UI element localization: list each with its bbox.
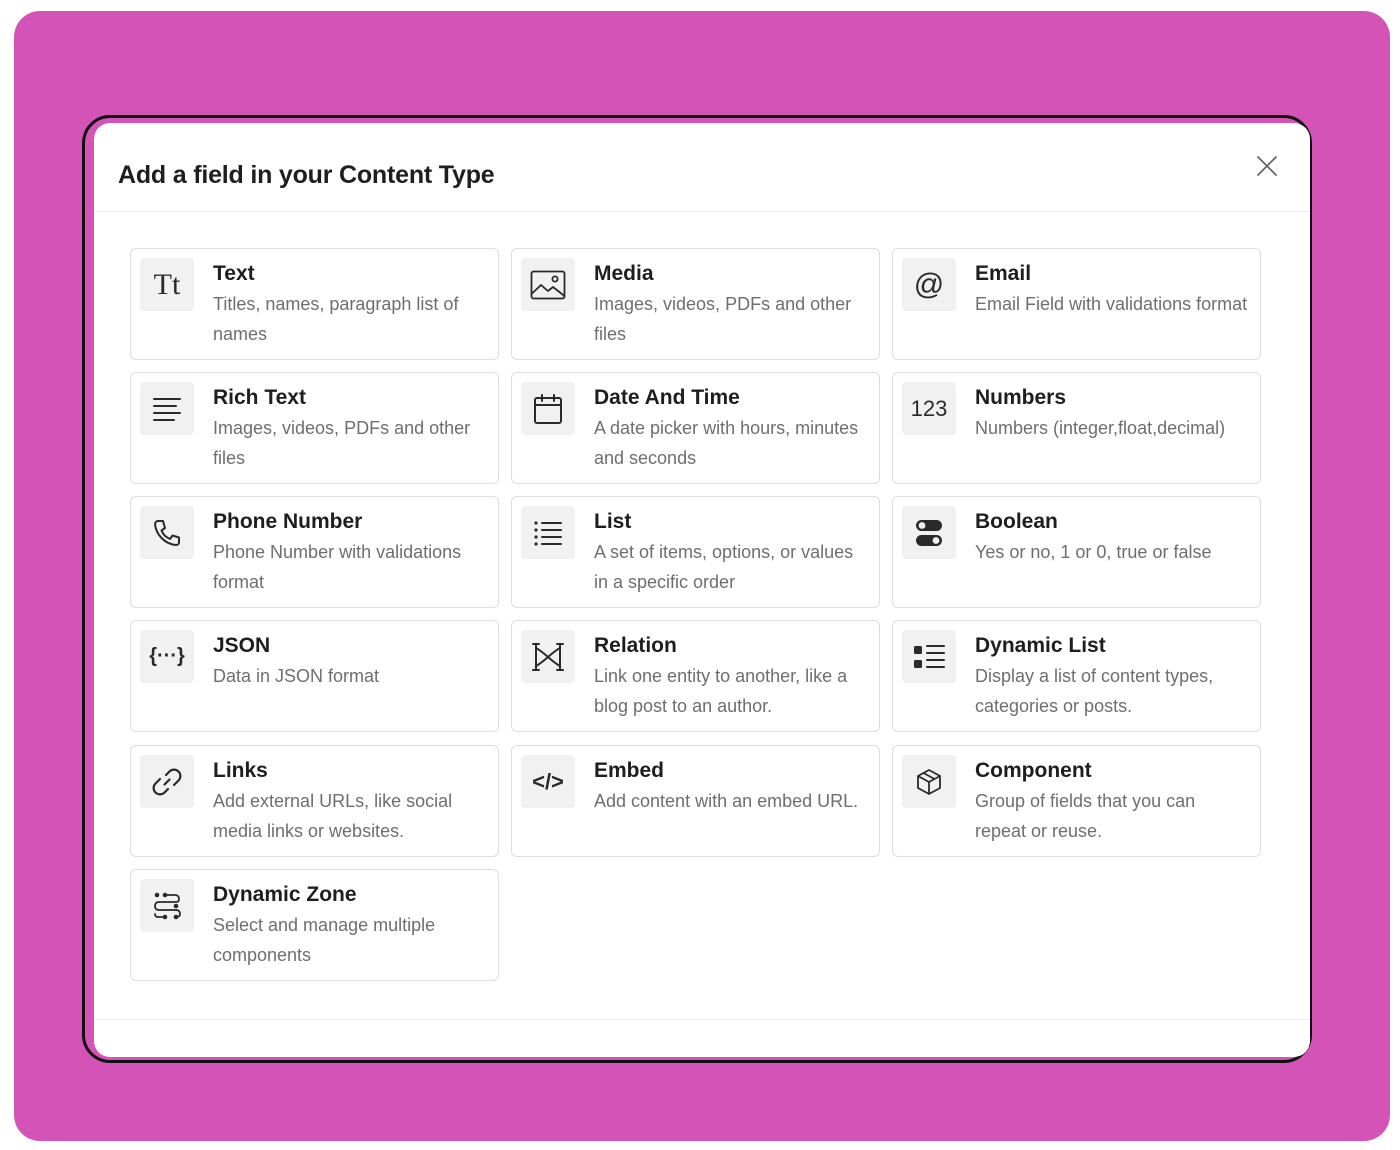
field-card-dynamic-zone[interactable]: Dynamic Zone Select and manage multiple … (130, 869, 499, 981)
relation-icon (521, 630, 575, 683)
field-card-phone-number[interactable]: Phone Number Phone Number with validatio… (130, 496, 499, 608)
close-icon (1257, 156, 1277, 176)
field-card-component[interactable]: Component Group of fields that you can r… (892, 745, 1261, 857)
cube-icon (902, 755, 956, 808)
field-card-text[interactable]: Tt Text Titles, names, paragraph list of… (130, 248, 499, 360)
dynamic-list-icon (902, 630, 956, 683)
field-card-relation[interactable]: Relation Link one entity to another, lik… (511, 620, 880, 732)
field-type-grid: Tt Text Titles, names, paragraph list of… (130, 248, 1264, 984)
field-card-description: A set of items, options, or values in a … (594, 542, 854, 592)
field-card-title: Boolean (975, 510, 1058, 533)
field-card-list[interactable]: List A set of items, options, or values … (511, 496, 880, 608)
at-sign-icon: @ (902, 258, 956, 311)
modal-footer-divider (94, 1019, 1310, 1020)
align-left-icon (140, 382, 194, 435)
field-card-description: Link one entity to another, like a blog … (594, 666, 848, 716)
dynamic-zone-icon (140, 879, 194, 932)
field-card-title: Embed (594, 759, 665, 782)
field-card-title: Text (213, 262, 255, 285)
field-card-description: Titles, names, paragraph list of names (213, 294, 459, 344)
calendar-icon (521, 382, 575, 435)
add-field-modal: Add a field in your Content Type Tt Text… (94, 123, 1310, 1057)
field-card-title: Media (594, 262, 654, 285)
field-card-description: Images, videos, PDFs and other files (594, 294, 852, 344)
field-card-description: Email Field with validations format (975, 294, 1248, 314)
code-icon: </> (521, 755, 575, 808)
field-card-title: Links (213, 759, 268, 782)
field-card-description: Yes or no, 1 or 0, true or false (975, 542, 1212, 562)
close-button[interactable] (1252, 151, 1282, 181)
list-icon (521, 506, 575, 559)
field-card-description: Images, videos, PDFs and other files (213, 418, 471, 468)
field-card-title: JSON (213, 634, 271, 657)
json-icon: {···} (140, 630, 194, 683)
field-card-title: Email (975, 262, 1032, 285)
field-card-title: Component (975, 759, 1092, 782)
field-card-title: Phone Number (213, 510, 363, 533)
link-icon (140, 755, 194, 808)
field-card-email[interactable]: @ Email Email Field with validations for… (892, 248, 1261, 360)
field-card-description: Add content with an embed URL. (594, 791, 859, 811)
field-card-numbers[interactable]: 123 Numbers Numbers (integer,float,decim… (892, 372, 1261, 484)
field-card-description: A date picker with hours, minutes and se… (594, 418, 859, 468)
field-card-media[interactable]: Media Images, videos, PDFs and other fil… (511, 248, 880, 360)
field-card-description: Select and manage multiple components (213, 915, 436, 965)
field-card-boolean[interactable]: Boolean Yes or no, 1 or 0, true or false (892, 496, 1261, 608)
field-card-description: Data in JSON format (213, 666, 380, 686)
field-card-dynamic-list[interactable]: Dynamic List Display a list of content t… (892, 620, 1261, 732)
modal-header: Add a field in your Content Type (94, 123, 1310, 212)
toggle-icon (902, 506, 956, 559)
phone-icon (140, 506, 194, 559)
field-card-title: Date And Time (594, 386, 740, 409)
field-card-description: Numbers (integer,float,decimal) (975, 418, 1226, 438)
field-card-description: Add external URLs, like social media lin… (213, 791, 453, 841)
field-card-description: Display a list of content types, categor… (975, 666, 1214, 716)
numbers-icon: 123 (902, 382, 956, 435)
field-card-title: Numbers (975, 386, 1067, 409)
field-card-title: Dynamic Zone (213, 883, 357, 906)
text-type-icon: Tt (140, 258, 194, 311)
field-card-embed[interactable]: </> Embed Add content with an embed URL. (511, 745, 880, 857)
field-card-date-and-time[interactable]: Date And Time A date picker with hours, … (511, 372, 880, 484)
field-card-description: Phone Number with validations format (213, 542, 462, 592)
field-card-description: Group of fields that you can repeat or r… (975, 791, 1196, 841)
field-card-json[interactable]: {···} JSON Data in JSON format (130, 620, 499, 732)
field-card-links[interactable]: Links Add external URLs, like social med… (130, 745, 499, 857)
field-card-title: Dynamic List (975, 634, 1106, 657)
field-card-rich-text[interactable]: Rich Text Images, videos, PDFs and other… (130, 372, 499, 484)
image-icon (521, 258, 575, 311)
field-card-title: Rich Text (213, 386, 306, 409)
modal-title: Add a field in your Content Type (118, 161, 495, 189)
field-card-title: Relation (594, 634, 677, 657)
field-card-title: List (594, 510, 632, 533)
